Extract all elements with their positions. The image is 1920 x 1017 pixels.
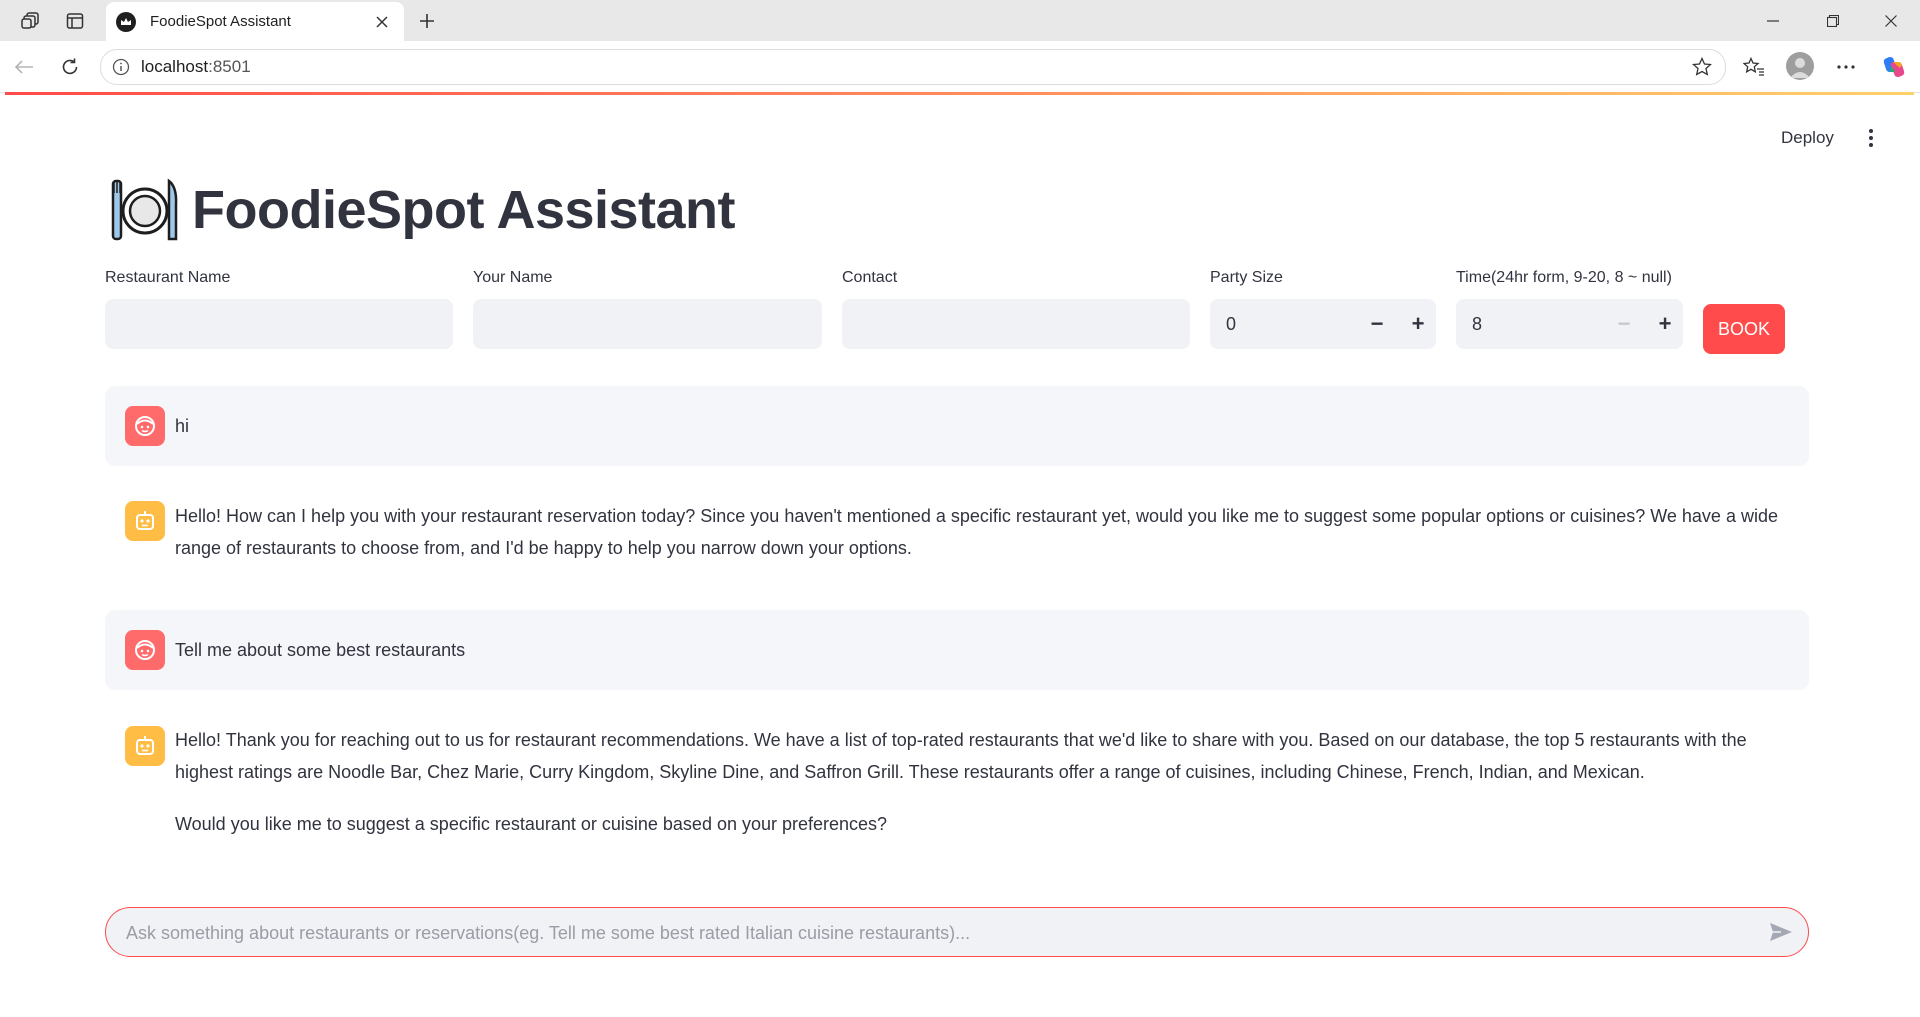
vertical-tabs-icon[interactable] [62,8,88,34]
favorite-star-icon[interactable] [1691,56,1713,78]
chat-message-user: hi [105,386,1809,466]
user-avatar-icon [125,630,165,670]
back-arrow-icon[interactable] [10,53,38,81]
your-name-label: Your Name [473,269,553,286]
time-increment-button[interactable]: + [1652,311,1678,337]
chat-input-box[interactable] [105,907,1809,958]
party-size-decrement-button[interactable]: − [1364,311,1390,337]
close-window-icon[interactable] [1876,8,1906,34]
chat-message-text: Hello! How can I help you with your rest… [175,506,1778,558]
user-avatar-icon [125,406,165,446]
plate-cutlery-icon [110,175,180,245]
bot-avatar-icon [125,726,165,766]
favorites-icon[interactable] [1740,53,1768,81]
chat-message-text: Would you like me to suggest a specific … [175,814,888,834]
browser-tab-active[interactable]: FoodieSpot Assistant [106,2,404,41]
url-text: localhost:8501 [141,57,251,76]
tab-title: FoodieSpot Assistant [150,13,291,30]
workspaces-icon[interactable] [18,8,44,34]
book-button[interactable]: BOOK [1703,304,1785,354]
chat-input[interactable] [124,908,1728,958]
page-title: FoodieSpot Assistant [192,180,736,240]
browser-address-bar: localhost:8501 [0,41,1920,93]
app-container: Deploy FoodieSpot Assistant Restaurant N… [5,95,1914,1017]
main-menu-icon[interactable] [1859,125,1883,151]
time-stepper[interactable]: 8 − + [1456,299,1683,349]
send-icon[interactable] [1768,920,1794,944]
party-size-value[interactable]: 0 [1226,314,1236,335]
party-size-label: Party Size [1210,269,1283,286]
browser-tab-bar: FoodieSpot Assistant [0,0,1920,41]
new-tab-icon[interactable] [414,8,440,34]
contact-input[interactable] [842,299,1190,349]
chat-message-text: Hello! Thank you for reaching out to us … [175,730,1747,782]
close-tab-icon[interactable] [370,10,394,34]
time-value[interactable]: 8 [1472,314,1482,335]
chat-message-text: Tell me about some best restaurants [175,640,466,660]
time-decrement-button[interactable]: − [1611,311,1637,337]
restaurant-name-label: Restaurant Name [105,269,231,286]
page-title-row: FoodieSpot Assistant [110,175,736,245]
minimize-icon[interactable] [1758,8,1788,34]
more-tools-icon[interactable] [1832,53,1860,81]
party-size-increment-button[interactable]: + [1405,311,1431,337]
copilot-icon[interactable] [1880,53,1908,81]
restaurant-name-input[interactable] [105,299,453,349]
streamlit-crown-icon [116,11,136,32]
site-info-icon[interactable] [111,57,131,77]
restore-icon[interactable] [1818,8,1848,34]
bot-avatar-icon [125,501,165,541]
your-name-input[interactable] [473,299,822,349]
chat-message-user: Tell me about some best restaurants [105,610,1809,690]
url-field[interactable]: localhost:8501 [100,49,1726,85]
profile-avatar-icon[interactable] [1786,52,1814,80]
reload-icon[interactable] [56,53,84,81]
chat-message-text: hi [175,416,190,436]
deploy-button[interactable]: Deploy [1781,128,1834,148]
party-size-stepper[interactable]: 0 − + [1210,299,1436,349]
time-label: Time(24hr form, 9-20, 8 ~ null) [1456,269,1672,286]
contact-label: Contact [842,269,898,286]
